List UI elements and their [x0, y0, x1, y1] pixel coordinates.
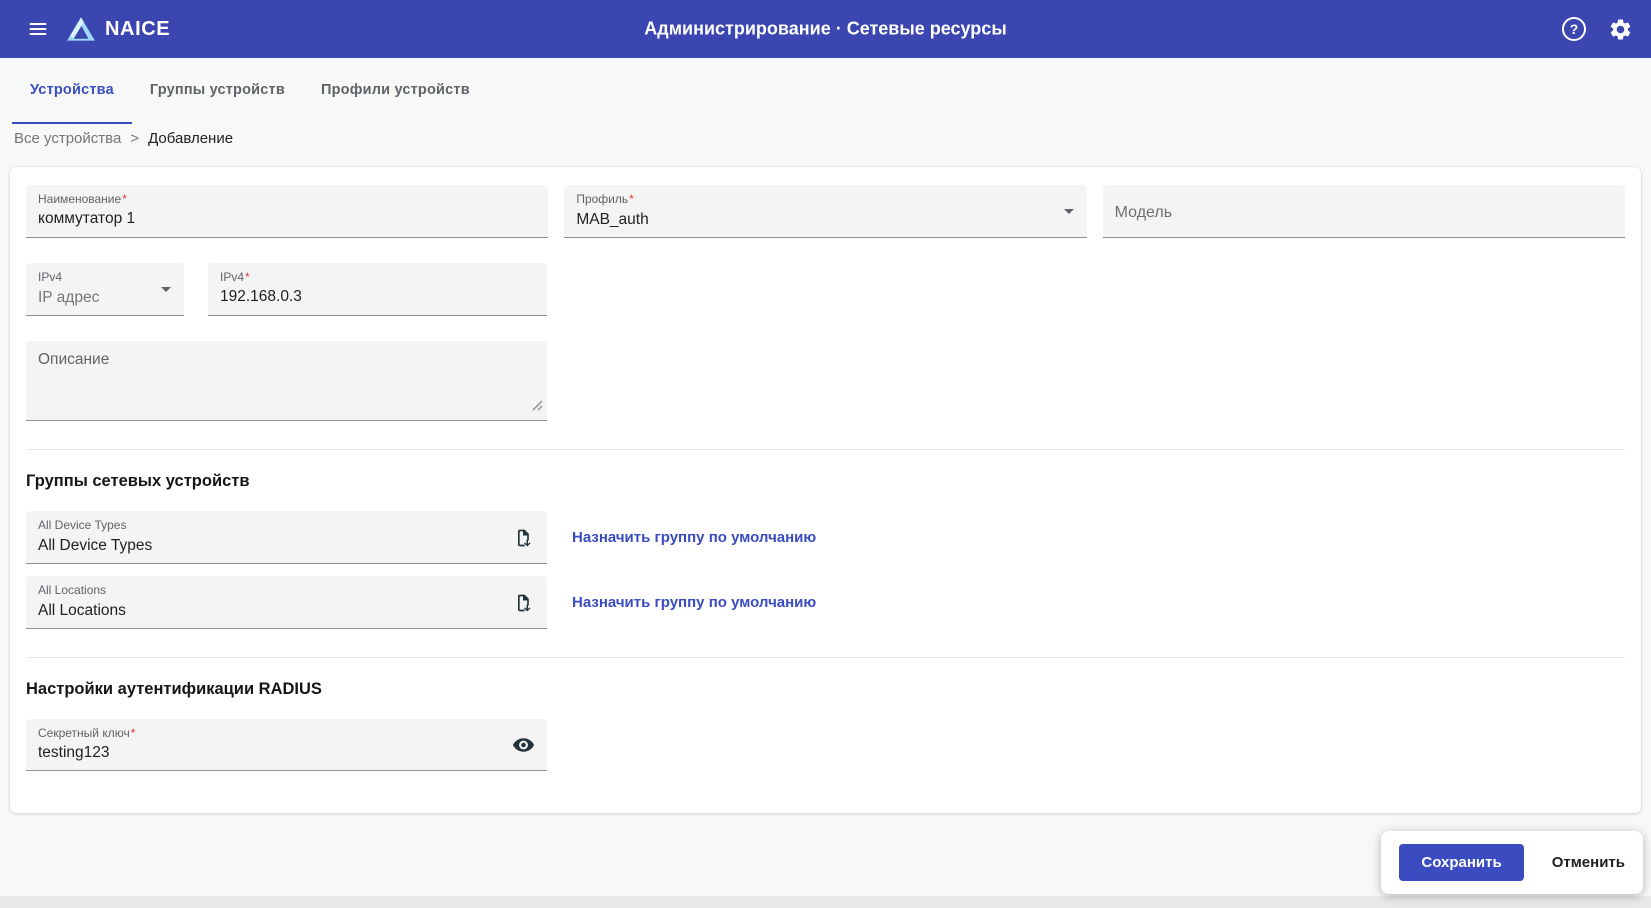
toggle-visibility-button[interactable]: [508, 729, 539, 760]
file-open-icon: [513, 593, 533, 613]
tab-device-groups[interactable]: Группы устройств: [132, 58, 303, 124]
required-asterisk: *: [131, 726, 136, 740]
save-button[interactable]: Сохранить: [1399, 844, 1523, 881]
menu-button[interactable]: [18, 9, 58, 49]
device-form-card: Наименование* Профиль* MAB_auth IPv4 IP …: [10, 167, 1641, 813]
eye-icon: [512, 733, 535, 756]
locations-label: All Locations: [38, 583, 126, 599]
secret-key-field[interactable]: Секретный ключ*: [26, 719, 547, 771]
chevron-down-icon[interactable]: [1064, 209, 1074, 214]
device-types-label: All Device Types: [38, 518, 152, 534]
device-types-value: All Device Types: [38, 534, 152, 557]
help-button[interactable]: ?: [1562, 17, 1586, 41]
app-bar: NAICE Администрирование · Сетевые ресурс…: [0, 0, 1651, 58]
ip-address-label: IPv4*: [220, 270, 535, 286]
name-input[interactable]: [38, 208, 536, 228]
description-textarea[interactable]: [38, 351, 535, 410]
assign-default-group-link[interactable]: Назначить группу по умолчанию: [572, 529, 816, 546]
appbar-actions: ?: [1562, 17, 1633, 42]
ip-version-label: IPv4: [38, 270, 172, 286]
page-title: Администрирование · Сетевые ресурсы: [644, 19, 1006, 40]
profile-field-label: Профиль*: [576, 192, 1074, 208]
open-group-picker-button[interactable]: [511, 526, 535, 550]
tab-bar: Устройства Группы устройств Профили устр…: [0, 58, 1651, 124]
naice-logo-icon: [66, 16, 96, 42]
brand-name: NAICE: [105, 18, 170, 41]
name-field[interactable]: Наименование*: [26, 185, 548, 238]
name-field-label: Наименование*: [38, 192, 536, 208]
form-actions-card: Сохранить Отменить: [1381, 831, 1643, 894]
required-asterisk: *: [122, 192, 127, 206]
section-divider: [26, 657, 1625, 658]
settings-button[interactable]: [1608, 17, 1633, 42]
ip-version-placeholder: IP адрес: [38, 286, 172, 309]
question-mark-icon: ?: [1570, 21, 1579, 37]
open-group-picker-button[interactable]: [511, 591, 535, 615]
profile-field[interactable]: Профиль* MAB_auth: [564, 185, 1086, 238]
form-row-2: IPv4 IP адрес IPv4*: [26, 263, 1625, 316]
section-divider: [26, 449, 1625, 450]
breadcrumb-all-devices[interactable]: Все устройства: [14, 130, 121, 147]
locations-value: All Locations: [38, 599, 126, 622]
profile-selected-value: MAB_auth: [576, 208, 1074, 231]
groups-section-title: Группы сетевых устройств: [26, 472, 1625, 491]
ip-version-select[interactable]: IPv4 IP адрес: [26, 263, 184, 316]
radius-section-title: Настройки аутентификации RADIUS: [26, 680, 1625, 699]
tab-devices[interactable]: Устройства: [12, 58, 132, 124]
ip-address-input[interactable]: [220, 286, 535, 306]
file-open-icon: [513, 528, 533, 548]
model-input[interactable]: [1115, 202, 1613, 222]
secret-key-input[interactable]: [38, 742, 499, 762]
form-row-1: Наименование* Профиль* MAB_auth: [26, 185, 1625, 238]
breadcrumb-current: Добавление: [148, 130, 233, 147]
horizontal-scrollbar[interactable]: [0, 896, 1651, 908]
model-field[interactable]: [1103, 185, 1625, 238]
cancel-button[interactable]: Отменить: [1552, 854, 1625, 871]
description-field[interactable]: [26, 341, 547, 421]
breadcrumb: Все устройства > Добавление: [0, 124, 1651, 167]
chevron-down-icon[interactable]: [161, 287, 171, 292]
device-types-field[interactable]: All Device Types All Device Types: [26, 511, 547, 564]
ip-address-field[interactable]: IPv4*: [208, 263, 547, 316]
hamburger-icon: [27, 18, 49, 40]
breadcrumb-separator: >: [130, 130, 139, 147]
brand[interactable]: NAICE: [66, 16, 170, 42]
required-asterisk: *: [629, 192, 634, 206]
gear-icon: [1608, 17, 1633, 42]
assign-default-group-link[interactable]: Назначить группу по умолчанию: [572, 594, 816, 611]
locations-field[interactable]: All Locations All Locations: [26, 576, 547, 629]
required-asterisk: *: [245, 270, 250, 284]
secret-key-label: Секретный ключ*: [38, 726, 535, 742]
tab-device-profiles[interactable]: Профили устройств: [303, 58, 488, 124]
device-types-row: All Device Types All Device Types Назнач…: [26, 511, 1625, 564]
locations-row: All Locations All Locations Назначить гр…: [26, 576, 1625, 629]
